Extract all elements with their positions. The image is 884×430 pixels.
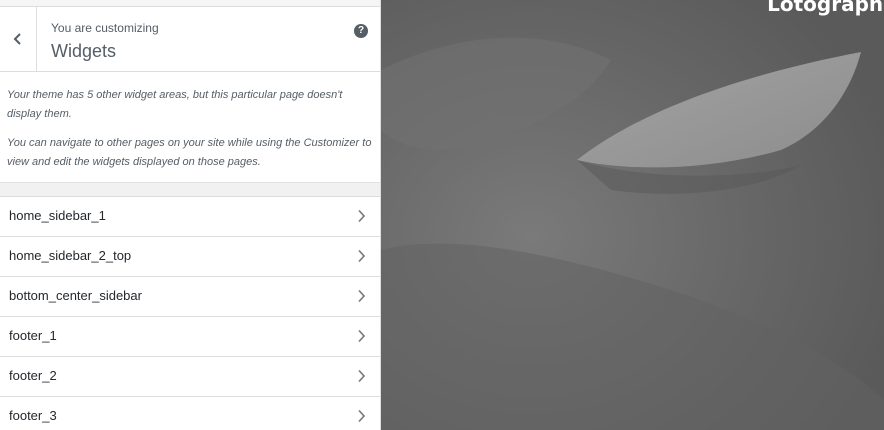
- widget-area-label: home_sidebar_2_top: [9, 248, 132, 263]
- widget-area-list: home_sidebar_1 home_sidebar_2_top bottom…: [0, 196, 380, 430]
- panel-header: You are customizing Widgets ?: [0, 7, 380, 72]
- page-title: Widgets: [51, 41, 117, 61]
- chevron-right-icon: [357, 409, 366, 428]
- widget-area-label: footer_3: [9, 408, 57, 423]
- chevron-right-icon: [357, 209, 366, 228]
- widget-areas-notice: Your theme has 5 other widget areas, but…: [0, 72, 380, 183]
- chevron-right-icon: [357, 369, 366, 388]
- widget-area-label: bottom_center_sidebar: [9, 288, 142, 303]
- preview-site-title: Lotographi: [767, 0, 884, 16]
- chevron-right-icon: [357, 249, 366, 268]
- section-spacer: [0, 183, 380, 196]
- panel-title-group: You are customizing Widgets: [51, 21, 159, 63]
- widget-area-home-sidebar-2-top[interactable]: home_sidebar_2_top: [0, 237, 380, 277]
- widget-area-label: footer_2: [9, 368, 57, 383]
- widget-area-footer-3[interactable]: footer_3: [0, 397, 380, 430]
- chevron-left-icon: [13, 32, 23, 46]
- widget-area-label: home_sidebar_1: [9, 208, 106, 223]
- notice-paragraph-2: You can navigate to other pages on your …: [7, 137, 372, 168]
- customizing-label: You are customizing: [51, 21, 159, 35]
- widget-area-bottom-center-sidebar[interactable]: bottom_center_sidebar: [0, 277, 380, 317]
- chevron-right-icon: [357, 329, 366, 348]
- widget-area-label: footer_1: [9, 328, 57, 343]
- notice-paragraph-1: Your theme has 5 other widget areas, but…: [7, 89, 343, 120]
- widget-area-footer-1[interactable]: footer_1: [0, 317, 380, 357]
- chevron-right-icon: [357, 289, 366, 308]
- customizer-panel: You are customizing Widgets ? Your theme…: [0, 0, 381, 430]
- panel-top-strip: [0, 0, 380, 7]
- site-preview[interactable]: Lotographi: [381, 0, 884, 430]
- widget-area-footer-2[interactable]: footer_2: [0, 357, 380, 397]
- preview-background-image: [381, 0, 884, 430]
- back-button[interactable]: [0, 7, 37, 71]
- widget-area-home-sidebar-1[interactable]: home_sidebar_1: [0, 196, 380, 237]
- help-icon[interactable]: ?: [354, 24, 368, 38]
